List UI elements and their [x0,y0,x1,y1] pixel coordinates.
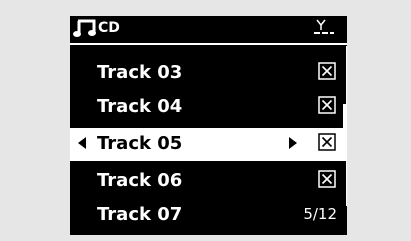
track-row-selected[interactable]: Track 05 [70,128,347,161]
track-label: Track 03 [97,62,183,83]
scrollbar-thumb[interactable] [343,104,347,134]
track-position-counter: 5/12 [303,205,337,223]
left-arrow-icon[interactable] [78,137,86,149]
track-row[interactable]: Track 06 [70,165,347,198]
track-row[interactable]: Track 07 5/12 [70,199,347,232]
checkbox-checked-icon[interactable] [318,133,336,151]
checkbox-checked-icon[interactable] [318,62,336,80]
track-row[interactable]: Track 03 [70,57,347,90]
checkbox-checked-icon[interactable] [318,170,336,188]
checkbox-checked-icon[interactable] [318,96,336,114]
track-label: Track 06 [97,170,183,191]
header-bar: CD [70,16,347,40]
device-screen: CD Track 03 Track 04 Track 05 Track 06 T… [70,16,347,235]
header-divider [70,43,347,45]
track-label: Track 05 [97,133,183,154]
track-label: Track 07 [97,204,183,225]
track-label: Track 04 [97,96,183,117]
music-note-icon [73,19,96,37]
source-title: CD [98,20,120,36]
right-arrow-icon[interactable] [289,137,297,149]
antenna-icon [314,19,334,34]
track-row[interactable]: Track 04 [70,91,347,124]
